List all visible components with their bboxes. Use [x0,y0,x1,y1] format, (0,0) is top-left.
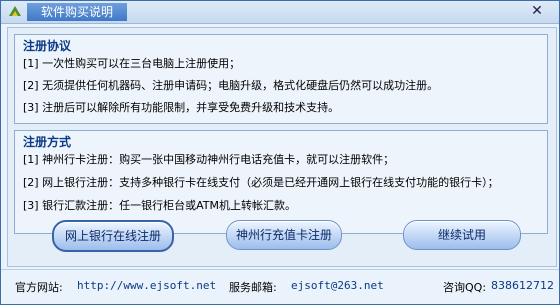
app-icon [7,4,23,20]
agreement-item: [2] 无须提供任何机器码、注册申请码；电脑升级，格式化硬盘后仍然可以成功注册。 [23,79,439,92]
close-icon[interactable]: ✕ [527,4,547,20]
qq-value: 838612712 [491,279,554,292]
qq-label: 咨询QQ: [443,281,487,294]
dialog-window: 软件购买说明 ✕ 注册协议 [1] 一次性购买可以在三台电脑上注册使用； [2]… [0,0,560,305]
method-item: [1] 神州行卡注册：购买一张中国移动神州行电话充值卡，就可以注册软件； [23,153,395,166]
method-item: [3] 银行汇款注册：任一银行柜台或ATM机上转帐汇款。 [23,199,296,212]
content-panel: 注册协议 [1] 一次性购买可以在三台电脑上注册使用； [2] 无须提供任何机器… [7,27,557,267]
agreement-title: 注册协议 [23,39,72,53]
card-register-button[interactable]: 神州行充值卡注册 [226,220,342,250]
agreement-item: [3] 注册后可以解除所有功能限制，并享受免费升级和技术支持。 [23,101,340,114]
footer-bar: 官方网站: http://www.ejsoft.net 服务邮箱: ejsoft… [1,269,559,300]
method-item: [2] 网上银行注册：支持多种银行卡在线支付（必须是已经开通网上银行在线支付功能… [23,176,499,189]
continue-trial-button[interactable]: 继续试用 [403,220,521,250]
email-label: 服务邮箱: [229,281,277,294]
online-bank-register-button[interactable]: 网上银行在线注册 [52,220,174,252]
agreement-group: 注册协议 [1] 一次性购买可以在三台电脑上注册使用； [2] 无须提供任何机器… [14,34,548,124]
window-title: 软件购买说明 [27,3,128,21]
methods-title: 注册方式 [23,135,72,149]
methods-group: 注册方式 [1] 神州行卡注册：购买一张中国移动神州行电话充值卡，就可以注册软件… [14,130,548,234]
site-link[interactable]: http://www.ejsoft.net [77,279,216,292]
site-label: 官方网站: [15,281,63,294]
title-bar[interactable]: 软件购买说明 ✕ [1,1,559,24]
agreement-item: [1] 一次性购买可以在三台电脑上注册使用； [23,57,241,70]
email-link[interactable]: ejsoft@263.net [291,279,384,292]
